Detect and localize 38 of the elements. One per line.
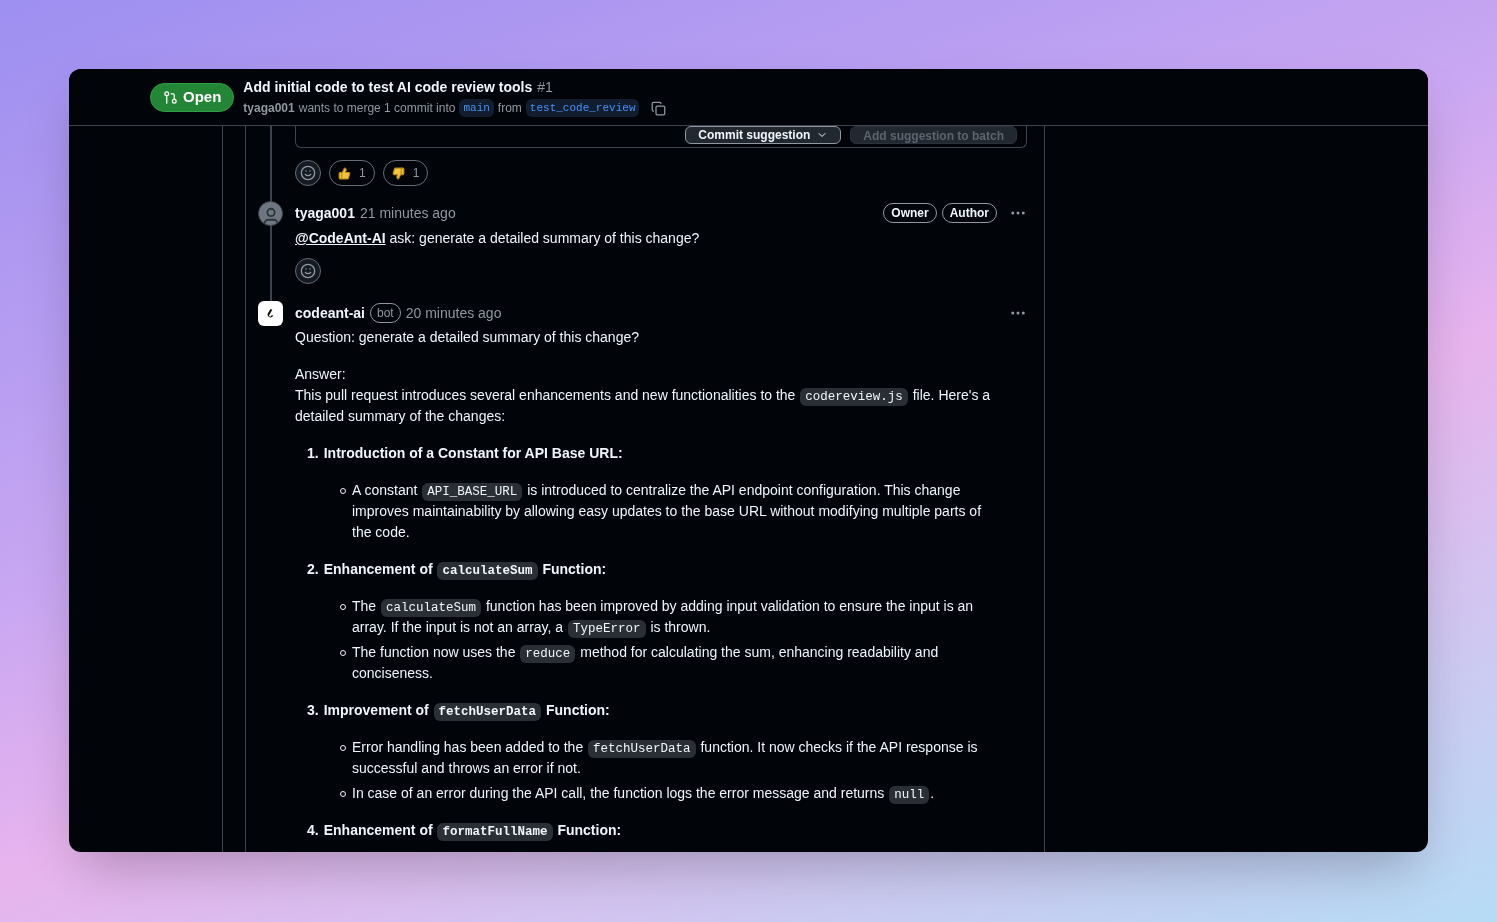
pr-title: Add initial code to test AI code review tools [243,77,533,97]
question-text: Question: generate a detailed summary of this change? [295,328,640,347]
list-number: 1. [307,444,319,463]
suggestion-button[interactable]: Commit suggestion [685,126,842,144]
pr-number: #1 [537,77,553,97]
copy-icon[interactable] [651,100,667,116]
comment-time[interactable]: 21 minutes ago [359,202,456,224]
list-number: 2. [307,560,319,579]
comment-author[interactable]: codeant-ai [295,302,365,324]
merge-text: wants to merge 1 commit into [298,100,456,117]
comment-text: @CodeAnt-AI ask: generate a detailed summary of this change? [295,229,701,248]
comment-author[interactable]: tyaga001 [295,202,355,224]
mention-link[interactable]: @CodeAnt-AI [295,230,386,246]
add-reaction-button[interactable] [295,258,321,284]
bullet-text: The function now uses the reduce method for calculating the sum, enhancing readability and conciseness. [352,643,940,683]
list-heading: Introduction of a Constant for API Base URL: [323,444,623,463]
head-branch[interactable]: test_code_review [525,98,640,118]
list-number: 3. [307,701,319,720]
list-heading: Enhancement of formatFullName Function: [323,821,622,841]
thumbs-up-icon [338,166,351,180]
bullet-text: In case of an error during the API call, the function logs the error message and returns null . [352,784,936,804]
answer-label: Answer: [295,365,347,384]
bullet-text: Error handling has been added to the fetchUserData function. It now checks if the API response is successful and throws an error if not. [352,738,979,778]
base-branch[interactable]: main [459,98,494,118]
from-text: from [497,100,522,117]
list-number: 4. [307,821,319,840]
bot-avatar [258,301,283,326]
thumbs-down-icon [391,166,405,180]
list-heading: Enhancement of calculateSum Function: [323,560,607,580]
list-heading: Improvement of fetchUserData Function: [323,701,610,721]
bullet-text: A constant API_BASE_URL is introduced to centralize the API endpoint configuration. This change improves maintainability by allowing easy updates to the base URL without modifying multiple parts of the code. [352,481,983,542]
open-status-badge: Open [150,82,235,112]
pull-request-icon [163,89,178,105]
answer-intro: This pull request introduces several enhancements and new functionalities to the codereview.js file. Here's a detailed summary of the changes: [295,386,992,426]
comment-time[interactable]: 20 minutes ago [405,302,502,324]
author-link[interactable]: tyaga001 [243,99,295,117]
bullet-text: The calculateSum function has been improved by adding input validation to ensure the input is an array. If the input is not an array, a TypeError is thrown. [352,597,975,638]
add-reaction-button[interactable] [295,160,321,186]
